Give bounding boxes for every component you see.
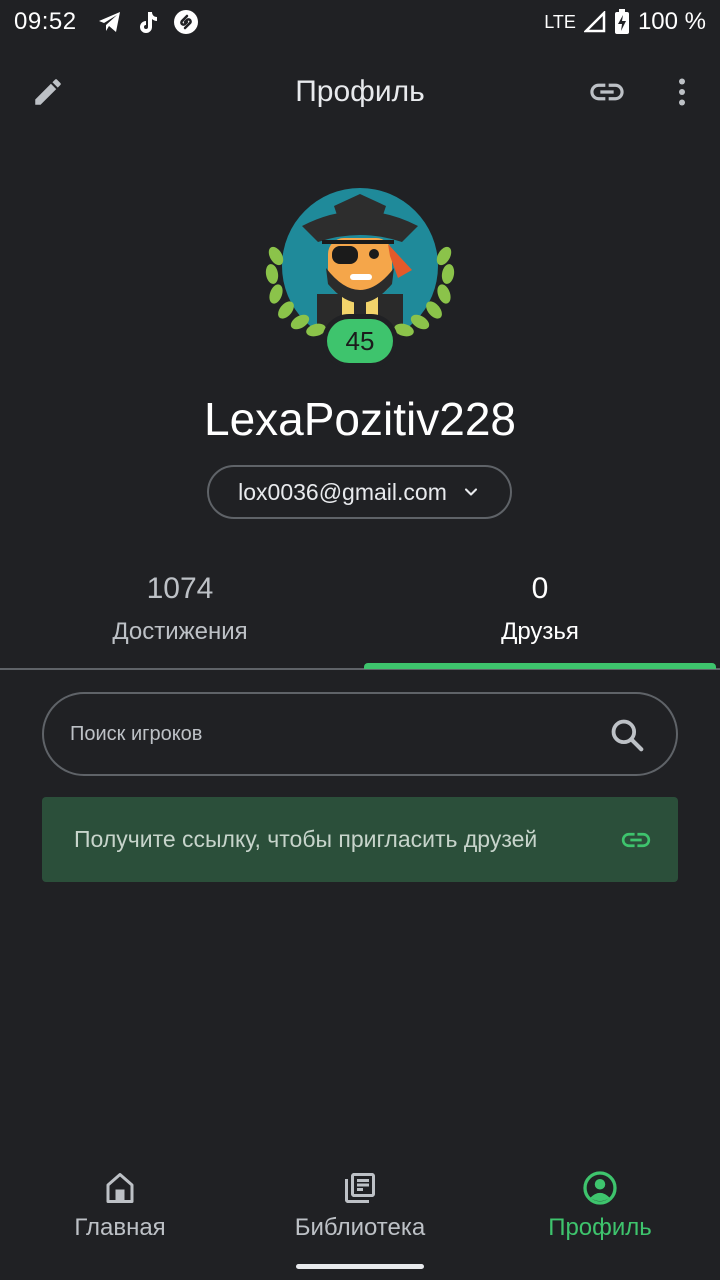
profile-icon bbox=[583, 1171, 617, 1205]
tab-count: 1074 bbox=[146, 572, 214, 605]
status-left: 09:52 bbox=[14, 8, 199, 36]
battery-charging-icon bbox=[614, 9, 629, 34]
nav-label: Библиотека bbox=[294, 1214, 426, 1241]
player-search-input[interactable]: Поиск игроков bbox=[42, 692, 678, 776]
tab-achievements[interactable]: 1074 Достижения bbox=[0, 566, 360, 666]
status-right: LTE 100 % bbox=[544, 8, 706, 36]
account-switcher[interactable]: lox0036@gmail.com bbox=[207, 465, 512, 519]
nav-item-library[interactable]: Библиотека bbox=[240, 1170, 480, 1250]
nav-item-home[interactable]: Главная bbox=[0, 1170, 240, 1250]
level-number: 45 bbox=[327, 319, 393, 363]
edit-profile-button[interactable] bbox=[28, 72, 68, 112]
page-title: Профиль bbox=[295, 75, 425, 108]
profile-tabs: 1074 Достижения 0 Друзья bbox=[0, 566, 720, 670]
library-icon bbox=[345, 1173, 375, 1203]
app-bar: Профиль bbox=[0, 56, 720, 128]
nav-label: Главная bbox=[74, 1214, 166, 1241]
search-icon[interactable] bbox=[608, 716, 646, 754]
tab-count: 0 bbox=[531, 572, 549, 605]
network-type: LTE bbox=[544, 11, 576, 32]
invite-text: Получите ссылку, чтобы пригласить друзей bbox=[74, 826, 538, 852]
status-bar: 09:52 LTE 100 % bbox=[0, 0, 720, 44]
tab-active-indicator bbox=[364, 663, 716, 669]
more-options-button[interactable] bbox=[662, 72, 702, 112]
tab-label: Достижения bbox=[112, 618, 248, 645]
bottom-navigation: Главная Библиотека Профиль bbox=[0, 1160, 720, 1260]
invite-friends-card[interactable]: Получите ссылку, чтобы пригласить друзей bbox=[42, 797, 678, 882]
home-icon bbox=[106, 1173, 134, 1203]
gesture-home-indicator[interactable] bbox=[296, 1264, 424, 1269]
tiktok-icon bbox=[139, 12, 157, 33]
battery-percent: 100 % bbox=[637, 8, 706, 35]
link-icon bbox=[621, 832, 651, 848]
nav-label: Профиль bbox=[548, 1214, 652, 1241]
status-time: 09:52 bbox=[14, 8, 77, 35]
more-vert-icon bbox=[679, 78, 685, 106]
telegram-icon bbox=[98, 12, 120, 32]
nav-item-profile[interactable]: Профиль bbox=[480, 1170, 720, 1250]
pencil-icon bbox=[35, 79, 61, 105]
signal-icon bbox=[583, 11, 606, 33]
account-email: lox0036@gmail.com bbox=[238, 478, 447, 505]
tab-friends[interactable]: 0 Друзья bbox=[360, 566, 720, 666]
link-icon bbox=[590, 83, 624, 101]
username: LexaPozitiv228 bbox=[204, 393, 516, 445]
share-link-button[interactable] bbox=[584, 72, 630, 112]
search-placeholder: Поиск игроков bbox=[70, 722, 203, 745]
level-badge: 45 bbox=[322, 314, 398, 368]
chevron-down-icon bbox=[464, 488, 477, 496]
tab-label: Друзья bbox=[501, 618, 579, 645]
shazam-icon bbox=[173, 10, 198, 34]
